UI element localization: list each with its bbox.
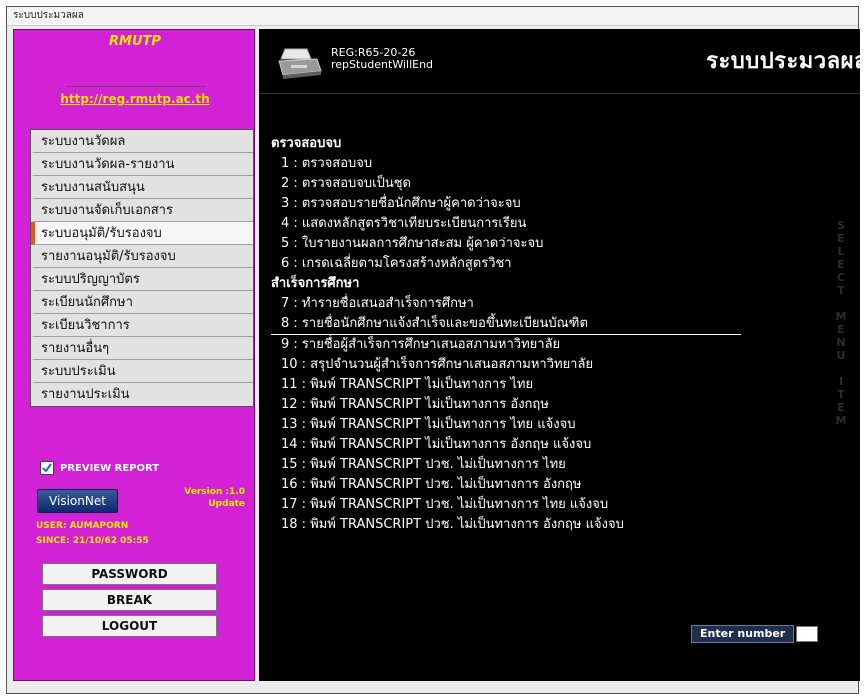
report-menu-item[interactable]: 6 : เกรดเฉลี่ยตามโครงสร้างหลักสูตรวิชา	[271, 254, 741, 274]
watermark-letter: I	[838, 375, 844, 388]
main-panel: REG:R65-20-26 repStudentWillEnd ระบบประม…	[259, 29, 867, 681]
watermark-letter: L	[837, 245, 845, 258]
report-menu-item[interactable]: 16 : พิมพ์ TRANSCRIPT ปวช. ไม่เป็นทางการ…	[271, 475, 741, 495]
report-menu-item[interactable]: 13 : พิมพ์ TRANSCRIPT ไม่เป็นทางการ ไทย …	[271, 415, 741, 435]
select-menu-item-watermark: SELECT MENU ITEM	[835, 219, 847, 427]
side-menu-item[interactable]: ระบบงานวัดผล	[31, 130, 253, 153]
watermark-letter	[835, 362, 847, 375]
watermark-letter: M	[835, 310, 847, 323]
watermark-letter	[835, 297, 847, 310]
side-menu-item[interactable]: ระบบปริญญาบัตร	[31, 268, 253, 291]
side-menu-item[interactable]: รายงานประเมิน	[31, 383, 253, 406]
side-menu-item[interactable]: ระบบอนุมัติ/รับรองจบ	[31, 222, 253, 245]
report-menu-item[interactable]: 7 : ทำรายชื่อเสนอสำเร็จการศึกษา	[271, 294, 741, 314]
window-titlebar: ระบบประมวลผล	[7, 7, 858, 26]
watermark-letter: T	[837, 388, 845, 401]
password-button[interactable]: PASSWORD	[42, 563, 217, 585]
logout-button[interactable]: LOGOUT	[42, 615, 217, 637]
left-panel: RMUTP http://reg.rmutp.ac.th ระบบงานวัดผ…	[13, 29, 255, 681]
report-menu-item[interactable]: 2 : ตรวจสอบจบเป็นชุด	[271, 174, 741, 194]
page-title: ระบบประมวลผล	[706, 49, 867, 74]
report-menu-item[interactable]: 10 : สรุปจำนวนผู้สำเร็จการศึกษาเสนอสภามห…	[271, 355, 741, 375]
visionnet-logo: VisionNet	[37, 489, 118, 513]
printer-icon	[277, 47, 323, 85]
report-menu-item[interactable]: 14 : พิมพ์ TRANSCRIPT ไม่เป็นทางการ อังก…	[271, 435, 741, 455]
checkmark-icon	[42, 463, 52, 473]
preview-report-label: PREVIEW REPORT	[60, 462, 160, 474]
version-text: Version :1.0	[184, 487, 245, 497]
watermark-letter: M	[835, 414, 847, 427]
brand-logo: RMUTP	[109, 34, 161, 49]
report-name: repStudentWillEnd	[331, 58, 434, 71]
report-header: REG:R65-20-26 repStudentWillEnd ระบบประม…	[259, 29, 867, 94]
preview-report-option[interactable]: PREVIEW REPORT	[40, 460, 159, 476]
watermark-letter: C	[836, 271, 846, 284]
brand-divider	[66, 86, 206, 87]
report-menu-item[interactable]: 8 : รายชื่อนักศึกษาแจ้งสำเร็จและขอขึ้นทะ…	[271, 314, 741, 335]
report-menu-item[interactable]: 17 : พิมพ์ TRANSCRIPT ปวช. ไม่เป็นทางการ…	[271, 495, 741, 515]
side-menu-item[interactable]: ระเบียนนักศึกษา	[31, 291, 253, 314]
watermark-letter: T	[837, 284, 845, 297]
side-menu-item[interactable]: ระบบประเมิน	[31, 360, 253, 383]
watermark-letter: E	[837, 258, 845, 271]
report-menu-item[interactable]: 9 : รายชื่อผู้สำเร็จการศึกษาเสนอสภามหาวิ…	[271, 335, 741, 355]
report-menu-item[interactable]: 18 : พิมพ์ TRANSCRIPT ปวช. ไม่เป็นทางการ…	[271, 515, 741, 535]
app-window: ระบบประมวลผล RMUTP http://reg.rmutp.ac.t…	[6, 6, 867, 694]
side-menu-item[interactable]: ระบบงานสนับสนุน	[31, 176, 253, 199]
section-heading: สำเร็จการศึกษา	[271, 276, 360, 291]
report-code: REG:R65-20-26	[331, 46, 416, 59]
update-text: Update	[208, 499, 245, 509]
side-menu-item[interactable]: รายงานอื่นๆ	[31, 337, 253, 360]
enter-number-group: Enter number	[691, 625, 819, 643]
report-menu-item[interactable]: 5 : ใบรายงานผลการศึกษาสะสม ผู้คาดว่าจะจบ	[271, 234, 741, 254]
report-menu-item[interactable]: 4 : แสดงหลักสูตรวิชาเทียบระเบียนการเรียน	[271, 214, 741, 234]
watermark-letter: E	[837, 401, 845, 414]
reg-url-link[interactable]: http://reg.rmutp.ac.th	[14, 92, 256, 106]
watermark-letter: E	[837, 232, 845, 245]
watermark-letter: U	[836, 349, 846, 362]
enter-number-label: Enter number	[691, 625, 795, 643]
break-button[interactable]: BREAK	[42, 589, 217, 611]
watermark-letter: S	[837, 219, 845, 232]
report-menu: ตรวจสอบจบ 1 : ตรวจสอบจบ 2 : ตรวจสอบจบเป็นช…	[271, 134, 741, 535]
report-menu-item[interactable]: 15 : พิมพ์ TRANSCRIPT ปวช. ไม่เป็นทางการ…	[271, 455, 741, 475]
login-since: SINCE: 21/10/62 05:55	[36, 536, 149, 546]
side-menu-item[interactable]: ระเบียนวิชาการ	[31, 314, 253, 337]
report-menu-item[interactable]: 1 : ตรวจสอบจบ	[271, 154, 741, 174]
report-menu-item[interactable]: 12 : พิมพ์ TRANSCRIPT ไม่เป็นทางการ อังก…	[271, 395, 741, 415]
side-menu-item[interactable]: ระบบงานวัดผล-รายงาน	[31, 153, 253, 176]
side-menu-item[interactable]: ระบบงานจัดเก็บเอกสาร	[31, 199, 253, 222]
report-menu-item[interactable]: 11 : พิมพ์ TRANSCRIPT ไม่เป็นทางการ ไทย	[271, 375, 741, 395]
version-info: Version :1.0 Update	[121, 486, 245, 510]
side-menu: ระบบงานวัดผล ระบบงานวัดผล-รายงาน ระบบงานสน…	[30, 129, 254, 407]
user-info: USER: AUMAPORN	[36, 521, 129, 531]
side-menu-item[interactable]: รายงานอนุมัติ/รับรองจบ	[31, 245, 253, 268]
report-menu-item[interactable]: 3 : ตรวจสอบรายชื่อนักศึกษาผู้คาดว่าจะจบ	[271, 194, 741, 214]
enter-number-input[interactable]	[796, 626, 819, 642]
preview-report-checkbox[interactable]	[40, 461, 54, 475]
watermark-letter: E	[837, 323, 845, 336]
section-heading: ตรวจสอบจบ	[271, 136, 342, 151]
watermark-letter: N	[836, 336, 846, 349]
